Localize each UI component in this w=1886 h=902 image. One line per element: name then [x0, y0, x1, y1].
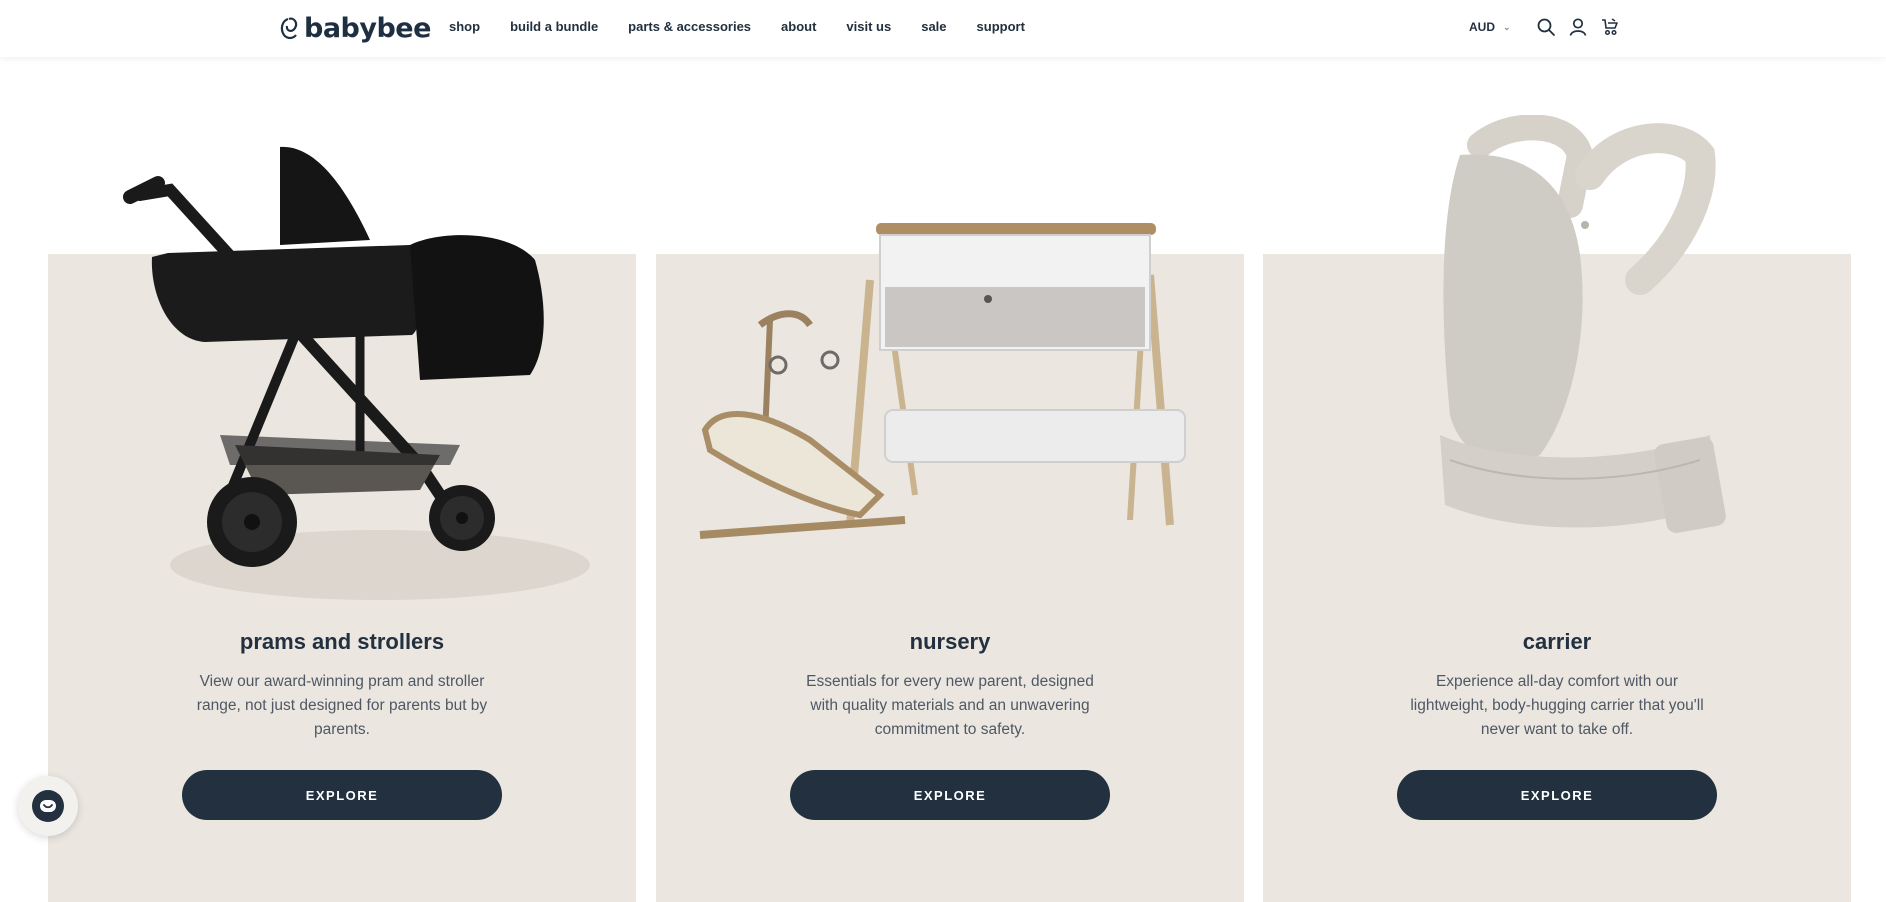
- pram-image[interactable]: [110, 135, 590, 605]
- card-description: View our award-winning pram and stroller…: [196, 673, 488, 738]
- nav-item-parts-accessories[interactable]: parts & accessories: [628, 19, 751, 34]
- search-icon[interactable]: [1536, 17, 1556, 37]
- logo-text: babybee: [304, 12, 431, 44]
- explore-carrier-button[interactable]: EXPLORE: [1397, 770, 1717, 820]
- nav-item-build-a-bundle[interactable]: build a bundle: [510, 19, 598, 34]
- chat-widget-button[interactable]: [18, 776, 78, 836]
- nav-item-about[interactable]: about: [781, 19, 816, 34]
- account-icon[interactable]: [1568, 17, 1588, 37]
- nav-item-shop[interactable]: shop: [449, 19, 480, 34]
- site-header: babybee shop build a bundle parts & acce…: [0, 0, 1886, 57]
- main-nav: shop build a bundle parts & accessories …: [449, 19, 1055, 34]
- card-title: nursery: [909, 629, 991, 654]
- nav-item-sale[interactable]: sale: [921, 19, 946, 34]
- card-title: prams and strollers: [239, 629, 445, 654]
- bassinet-and-bouncer-image[interactable]: [690, 215, 1210, 555]
- cart-icon[interactable]: [1600, 17, 1620, 37]
- babybee-logo[interactable]: babybee: [278, 10, 431, 46]
- card-description: Essentials for every new parent, designe…: [806, 673, 1094, 738]
- nav-item-visit-us[interactable]: visit us: [846, 19, 891, 34]
- currency-label: AUD: [1469, 20, 1495, 34]
- card-description: Experience all-day comfort with our ligh…: [1410, 673, 1704, 738]
- explore-prams-button[interactable]: EXPLORE: [182, 770, 502, 820]
- chat-icon: [32, 790, 64, 822]
- card-title: carrier: [1522, 629, 1592, 654]
- bee-logo-icon: [280, 17, 298, 40]
- baby-carrier-image[interactable]: [1420, 115, 1730, 565]
- currency-selector[interactable]: AUD ⌄: [1469, 20, 1511, 34]
- nav-item-support[interactable]: support: [977, 19, 1025, 34]
- chevron-down-icon: ⌄: [1503, 21, 1511, 32]
- explore-nursery-button[interactable]: EXPLORE: [790, 770, 1110, 820]
